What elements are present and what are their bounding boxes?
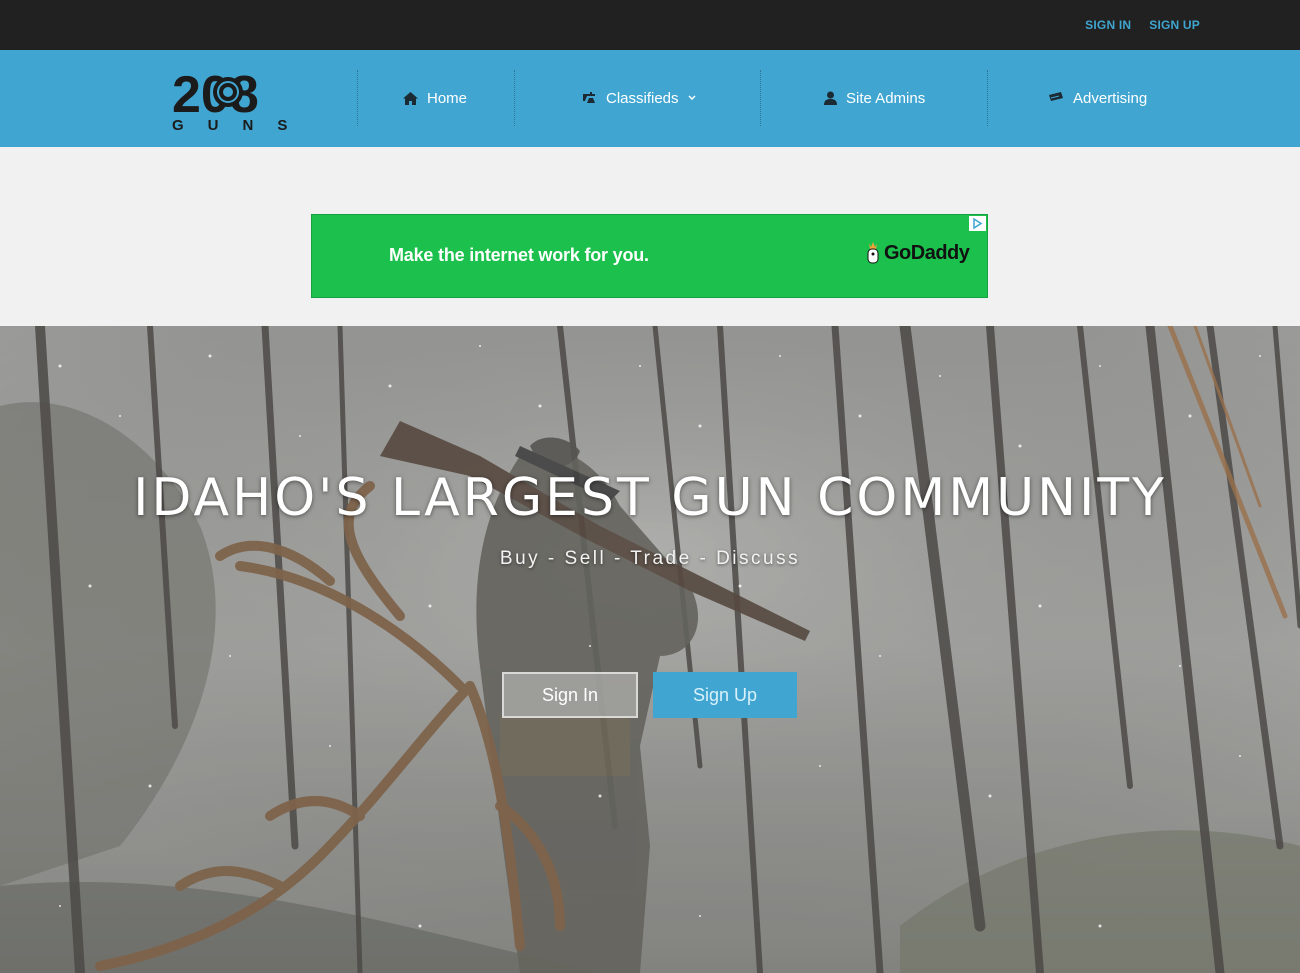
- nav-site-admins[interactable]: Site Admins: [824, 87, 925, 109]
- classifieds-icon: [583, 92, 595, 103]
- ad-banner[interactable]: Make the internet work for you. GoDaddy: [311, 214, 988, 298]
- nav-home[interactable]: Home: [403, 87, 467, 109]
- nav-site-admins-label: Site Admins: [846, 89, 926, 107]
- ad-brand-logo: GoDaddy: [864, 241, 970, 265]
- chevron-down-icon: [688, 95, 696, 101]
- hero-sign-in-button[interactable]: Sign In: [502, 672, 638, 718]
- top-bar: SIGN IN SIGN UP: [0, 0, 1300, 50]
- account-links: SIGN IN SIGN UP: [1085, 18, 1200, 32]
- hero-subtitle: Buy - Sell - Trade - Discuss: [499, 548, 801, 569]
- ad-section: Make the internet work for you. GoDaddy: [0, 147, 1300, 326]
- hero-sign-up-button[interactable]: Sign Up: [653, 672, 797, 718]
- user-icon: [824, 91, 837, 105]
- main-navigation: 208 GUNS Home Classifieds Site Admins: [0, 50, 1300, 147]
- home-icon: [403, 91, 418, 105]
- nav-divider: [357, 70, 358, 126]
- hero-section: IDAHO'S LARGEST GUN COMMUNITY Buy - Sell…: [0, 326, 1300, 973]
- adchoices-icon[interactable]: [969, 216, 986, 231]
- nav-classifieds-label: Classifieds: [606, 89, 679, 107]
- ticket-icon: [1049, 92, 1063, 101]
- hero-title: IDAHO'S LARGEST GUN COMMUNITY: [133, 468, 1167, 528]
- ad-headline: Make the internet work for you.: [389, 245, 649, 265]
- top-sign-up-link[interactable]: SIGN UP: [1149, 18, 1200, 32]
- godaddy-mascot-icon: [867, 242, 879, 264]
- hero-background-photo: [0, 326, 1300, 973]
- site-logo[interactable]: 208 GUNS: [172, 64, 287, 134]
- nav-divider: [987, 70, 988, 126]
- logo-word: GUNS: [172, 117, 287, 134]
- nav-home-label: Home: [427, 89, 468, 107]
- nav-divider: [760, 70, 761, 126]
- nav-advertising[interactable]: Advertising: [1048, 87, 1147, 109]
- ad-brand-name: GoDaddy: [884, 241, 970, 264]
- nav-advertising-label: Advertising: [1073, 89, 1148, 107]
- top-sign-in-link[interactable]: SIGN IN: [1085, 18, 1131, 32]
- nav-divider: [514, 70, 515, 126]
- nav-classifieds[interactable]: Classifieds: [581, 87, 696, 109]
